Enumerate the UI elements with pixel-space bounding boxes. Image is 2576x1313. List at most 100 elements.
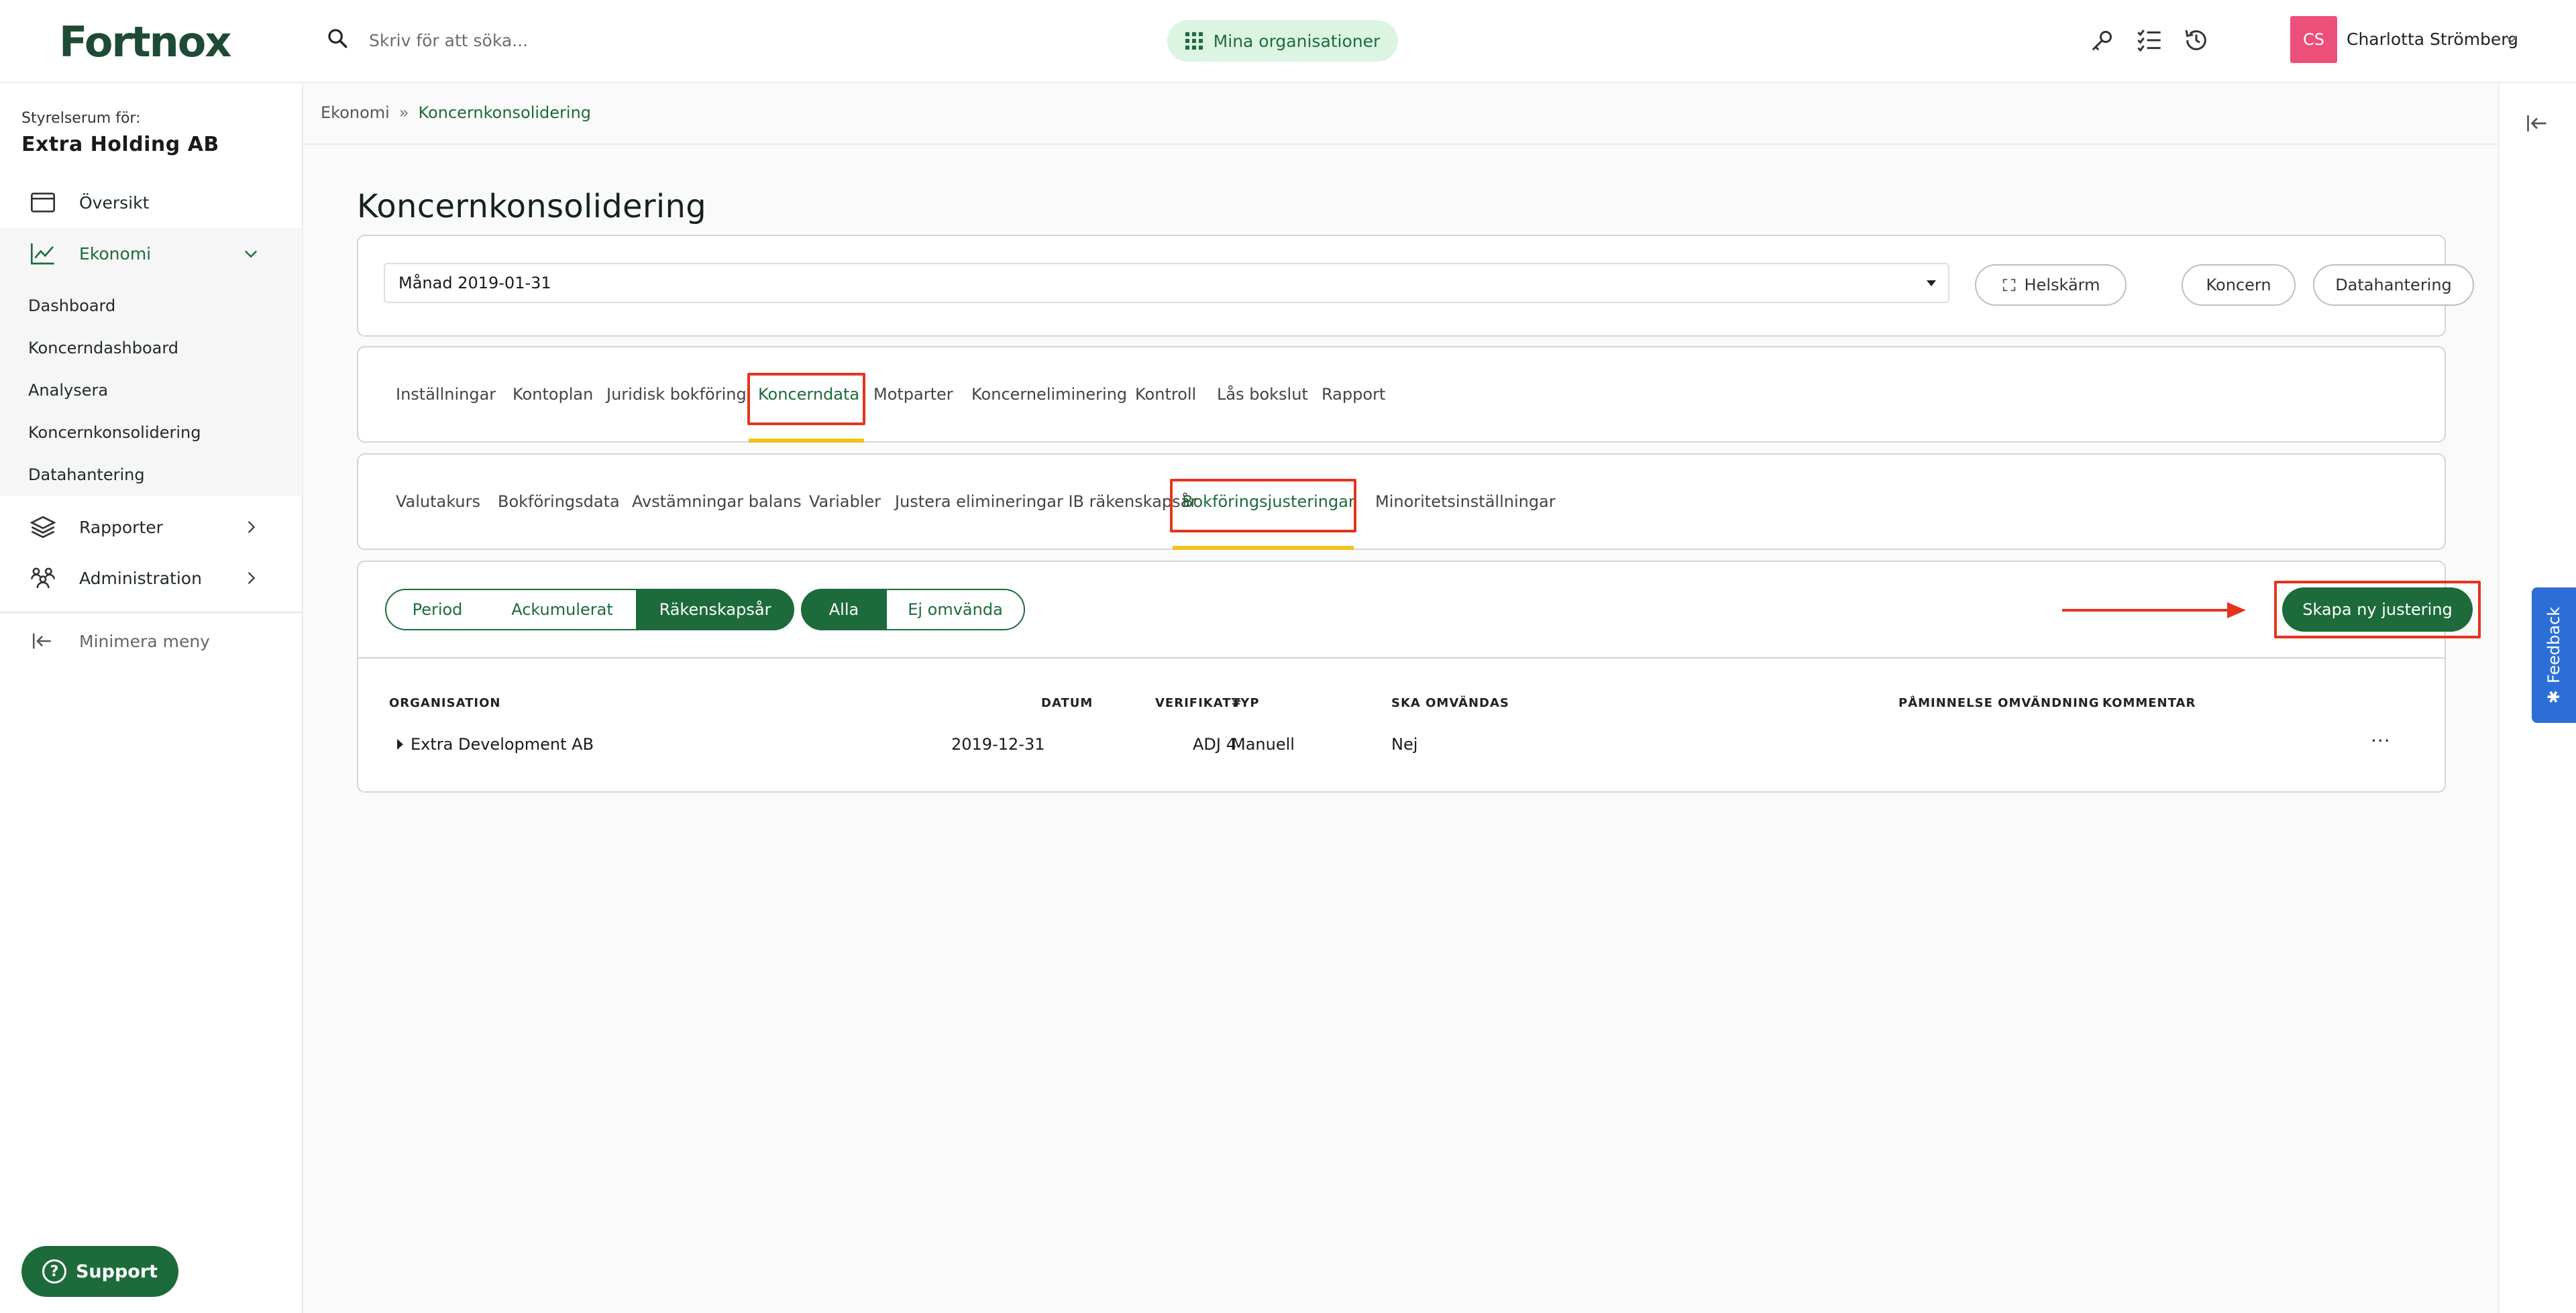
tab-report[interactable]: Rapport — [1322, 385, 1385, 404]
tab-chart-of-accounts[interactable]: Kontoplan — [513, 385, 593, 404]
sidebar-subitem-group-consolidation[interactable]: Koncernkonsolidering — [28, 423, 201, 442]
chevron-right-icon[interactable] — [241, 518, 260, 536]
caret-down-icon — [1927, 280, 1936, 286]
cell-date: 2019-12-31 — [951, 735, 1045, 754]
highlight-box-accounting-adjustments — [1170, 479, 1356, 532]
users-icon — [31, 567, 55, 589]
sidebar-item-label: Översikt — [79, 192, 150, 213]
breadcrumb-current: Koncernkonsolidering — [418, 103, 592, 122]
tab-counterparties[interactable]: Motparter — [873, 385, 953, 404]
period-select[interactable]: Månad 2019-01-31 — [384, 263, 1949, 303]
tab-adjust-eliminations[interactable]: Justera elimineringar IB räkenskapsår — [895, 492, 1197, 511]
tab-group-elimination[interactable]: Koncerneliminering — [971, 385, 1127, 404]
my-organisations-label: Mina organisationer — [1213, 31, 1381, 51]
feedback-content: ✱ Feedback — [2544, 607, 2563, 703]
sub-tab-bar: Valutakurs Bokföringsdata Avstämningar b… — [358, 455, 2445, 550]
tab-balance-reconciliation[interactable]: Avstämningar balans — [632, 492, 802, 511]
line-chart-icon — [31, 243, 54, 265]
column-header-comment[interactable]: KOMMENTAR — [2102, 696, 2196, 710]
column-header-type[interactable]: TYP — [1232, 696, 1260, 710]
sidebar-item-label: Rapporter — [79, 517, 163, 537]
grid-icon — [1185, 32, 1203, 50]
filter-period[interactable]: Period — [385, 589, 490, 630]
sidebar-subitem-analyse[interactable]: Analysera — [28, 381, 108, 400]
group-button[interactable]: Koncern — [2182, 264, 2296, 306]
cell-organisation[interactable]: Extra Development AB — [411, 735, 594, 754]
pointer-arrow — [2062, 609, 2230, 612]
cell-voucher: ADJ 4 — [1193, 735, 1236, 754]
tab-settings[interactable]: Inställningar — [396, 385, 496, 404]
filter-accumulated[interactable]: Ackumulerat — [488, 589, 637, 630]
sidebar-subitem-dashboard[interactable]: Dashboard — [28, 296, 115, 315]
column-header-organisation[interactable]: ORGANISATION — [389, 696, 500, 710]
key-icon[interactable] — [2089, 27, 2116, 54]
cell-reverse: Nej — [1391, 735, 1418, 754]
tab-minority-settings[interactable]: Minoritetsinställningar — [1375, 492, 1556, 511]
card-divider — [358, 657, 2445, 659]
collapse-left-icon — [32, 633, 51, 649]
pointer-arrow-head — [2227, 602, 2246, 618]
sidebar-item-label: Administration — [79, 568, 202, 588]
column-header-voucher[interactable]: VERIFIKAT# — [1155, 696, 1242, 710]
support-button[interactable]: ? Support — [21, 1246, 178, 1297]
organisation-name: Extra Holding AB — [21, 133, 219, 156]
active-tab-underline — [749, 439, 864, 443]
search-input[interactable] — [369, 23, 839, 58]
collapse-right-panel-icon[interactable] — [2525, 111, 2549, 135]
fortnox-logo[interactable]: Fortnox — [59, 17, 231, 66]
active-tab-underline — [1173, 546, 1354, 550]
sidebar-item-label: Ekonomi — [79, 243, 152, 264]
fullscreen-button[interactable]: Helskärm — [1975, 264, 2127, 306]
column-header-reverse[interactable]: SKA OMVÄNDAS — [1391, 696, 1509, 710]
data-management-label: Datahantering — [2335, 276, 2452, 294]
sidebar-item-economy[interactable]: Ekonomi — [0, 228, 302, 279]
user-avatar[interactable]: CS — [2290, 16, 2337, 63]
chevron-down-icon[interactable] — [2504, 31, 2520, 47]
highlight-box-group-data — [747, 373, 865, 425]
breadcrumb-parent[interactable]: Ekonomi — [321, 103, 390, 122]
main-content: Ekonomi » Koncernkonsolidering Koncernko… — [303, 83, 2498, 1313]
checklist-icon[interactable] — [2136, 27, 2163, 54]
tab-legal-accounting[interactable]: Juridisk bokföring — [606, 385, 747, 404]
sidebar-subitem-group-dashboard[interactable]: Koncerndashboard — [28, 339, 178, 357]
sidebar-minimize-menu[interactable]: Minimera meny — [0, 616, 302, 667]
window-icon — [31, 192, 55, 213]
data-management-button[interactable]: Datahantering — [2313, 264, 2474, 306]
chevron-down-icon[interactable] — [241, 244, 260, 263]
boardroom-label: Styrelserum för: — [21, 110, 141, 127]
tab-lock-closing[interactable]: Lås bokslut — [1217, 385, 1308, 404]
sidebar-item-label: Minimera meny — [79, 631, 210, 651]
adjustments-card: Period Ackumulerat Räkenskapsår Alla Ej … — [357, 561, 2481, 793]
main-tab-bar: Inställningar Kontoplan Juridisk bokföri… — [358, 347, 2445, 443]
filter-all[interactable]: Alla — [801, 589, 887, 630]
history-icon[interactable] — [2183, 27, 2210, 54]
sidebar-item-overview[interactable]: Översikt — [0, 177, 302, 228]
fullscreen-label: Helskärm — [2024, 276, 2100, 294]
expand-icon — [2002, 278, 2015, 292]
user-name[interactable]: Charlotta Strömberg — [2347, 30, 2518, 49]
more-options-icon[interactable]: ··· — [2371, 730, 2391, 752]
tab-accounting-data[interactable]: Bokföringsdata — [498, 492, 620, 511]
group-label: Koncern — [2206, 276, 2271, 294]
page-title: Koncernkonsolidering — [357, 188, 706, 225]
tab-control[interactable]: Kontroll — [1135, 385, 1196, 404]
chevron-right-icon[interactable] — [241, 569, 260, 587]
column-header-reminder[interactable]: PÅMINNELSE OMVÄNDNING — [1898, 696, 2100, 710]
toolbar-card: Månad 2019-01-31 Helskärm Koncern Dataha… — [357, 235, 2474, 337]
filter-not-reversed[interactable]: Ej omvända — [885, 589, 1025, 630]
top-header: Fortnox Mina organisationer CS Charlotta… — [0, 0, 2576, 83]
tab-exchange-rate[interactable]: Valutakurs — [396, 492, 480, 511]
feedback-tab[interactable]: ✱ Feedback — [2532, 587, 2576, 723]
expand-row-icon[interactable] — [397, 739, 403, 750]
my-organisations-button[interactable]: Mina organisationer — [1167, 20, 1398, 62]
filter-fiscal-year[interactable]: Räkenskapsår — [636, 589, 794, 630]
column-header-date[interactable]: DATUM — [1041, 696, 1093, 710]
sidebar-divider — [0, 612, 302, 613]
search-icon[interactable] — [326, 27, 349, 50]
tab-variables[interactable]: Variabler — [809, 492, 881, 511]
economy-submenu: Dashboard Koncerndashboard Analysera Kon… — [0, 279, 302, 496]
sidebar-item-administration[interactable]: Administration — [0, 553, 302, 604]
breadcrumb: Ekonomi » Koncernkonsolidering — [321, 103, 591, 122]
sidebar-subitem-data-management[interactable]: Datahantering — [28, 465, 145, 484]
sidebar-item-reports[interactable]: Rapporter — [0, 502, 302, 553]
